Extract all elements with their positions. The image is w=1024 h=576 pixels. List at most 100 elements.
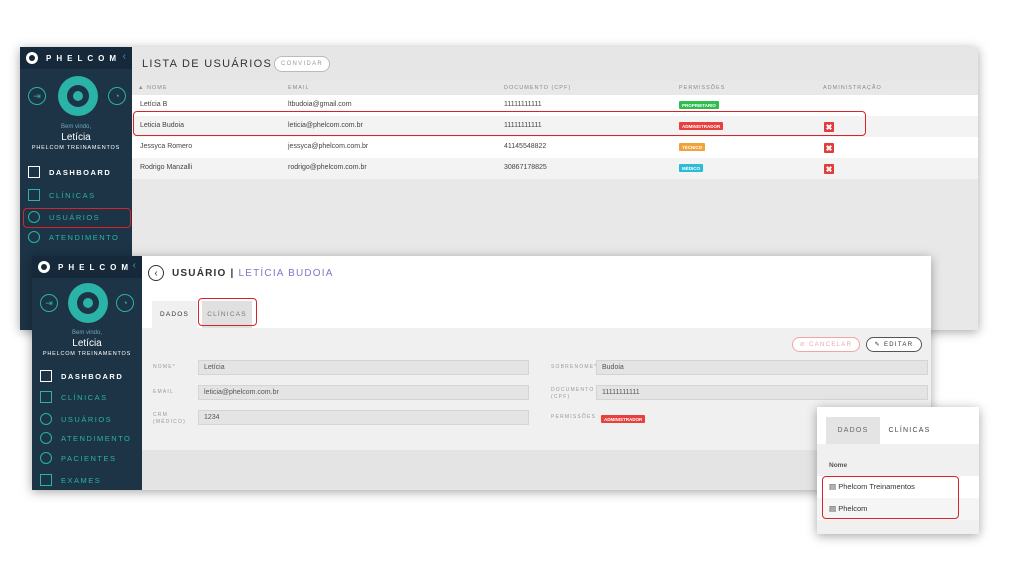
cell-name: Letícia B <box>140 101 168 108</box>
user-full-name: LETÍCIA BUDOIA <box>238 268 334 279</box>
delete-icon[interactable]: ✖ <box>824 143 834 153</box>
permission-badge: MÉDICO <box>679 164 703 172</box>
nav-pacientes[interactable]: PACIENTES <box>32 448 142 468</box>
nav-atendimento[interactable]: ATENDIMENTO <box>20 227 132 247</box>
notification-bell-icon[interactable]: ◔ <box>116 294 134 312</box>
column-header-admin: ADMINISTRAÇÃO <box>823 85 882 91</box>
nav-dashboard[interactable]: DASHBOARD <box>20 162 132 182</box>
permission-badge: ADMINISTRADOR <box>601 415 646 423</box>
nav-clinicas[interactable]: CLÍNICAS <box>20 185 132 205</box>
nav-label: CLÍNICAS <box>61 392 108 402</box>
tab-dados[interactable]: DADOS <box>826 417 880 444</box>
user-detail-window: PHELCOM ‹ ⇥ ◔ Bem vindo, Letícia PHELCOM… <box>32 256 931 490</box>
usuarios-highlight <box>23 208 131 228</box>
cell-email: ltbudoia@gmail.com <box>288 101 352 108</box>
target-icon <box>40 432 52 444</box>
column-header-name: Nome <box>829 462 848 469</box>
permission-badge: PROPRIETARIO <box>679 101 719 109</box>
target-icon <box>28 231 40 243</box>
nav-atendimento[interactable]: ATENDIMENTO <box>32 428 142 448</box>
cell-name: Rodrigo Manzalli <box>140 164 193 171</box>
table-row[interactable]: Rodrigo Manzalli rodrigo@phelcom.com.br … <box>132 158 978 179</box>
collapse-chevron-icon[interactable]: ‹ <box>123 51 126 62</box>
email-field[interactable]: leticia@phelcom.com.br <box>198 385 529 400</box>
user-name: Letícia <box>72 338 102 349</box>
avatar-logo <box>68 283 108 323</box>
tab-dados[interactable]: DADOS <box>152 301 197 328</box>
nav-exames[interactable]: EXAMES <box>32 470 142 490</box>
building-icon <box>40 391 52 403</box>
documento-field[interactable]: 11111111111 <box>596 385 928 400</box>
tab-clinicas[interactable]: CLÍNICAS <box>880 417 939 444</box>
brand-name: PHELCOM <box>58 262 133 272</box>
column-header-document: DOCUMENTO (CPF) <box>504 85 572 91</box>
nav-label: DASHBOARD <box>61 371 124 381</box>
logo-bar: PHELCOM ‹ <box>20 47 132 69</box>
nav-label: USUÁRIOS <box>61 414 113 424</box>
sidebar: PHELCOM ‹ ⇥ ◔ Bem vindo, Letícia PHELCOM… <box>32 256 142 490</box>
cancel-button[interactable]: ⊘ CANCELAR <box>792 337 860 352</box>
nav-clinicas[interactable]: CLÍNICAS <box>32 387 142 407</box>
nav-label: ATENDIMENTO <box>61 433 132 443</box>
invite-button[interactable]: CONVIDAR <box>274 56 330 72</box>
notification-bell-icon[interactable]: ◔ <box>108 87 126 105</box>
cell-document: 41145548822 <box>504 143 547 150</box>
sobrenome-label: SOBRENOME* <box>551 364 598 370</box>
crm-field[interactable]: 1234 <box>198 410 529 425</box>
nav-label: ATENDIMENTO <box>49 232 120 242</box>
user-org: PHELCOM TREINAMENTOS <box>31 145 121 151</box>
permission-badge: TÉCNICO <box>679 143 706 151</box>
nav-dashboard[interactable]: DASHBOARD <box>32 366 142 386</box>
clinicas-tab-highlight <box>198 298 257 326</box>
welcome-text: Bem vindo, <box>71 330 102 336</box>
page-title: LISTA DE USUÁRIOS <box>142 58 273 70</box>
user-org: PHELCOM TREINAMENTOS <box>42 351 132 357</box>
cell-email: jessyca@phelcom.com.br <box>288 143 369 150</box>
back-arrow-icon[interactable]: ‹ <box>148 265 164 281</box>
nav-usuarios[interactable]: USUÁRIOS <box>32 409 142 429</box>
phelcom-logo-icon <box>38 261 50 273</box>
crm-label: CRM (MÉDICO) <box>153 412 186 425</box>
logout-icon[interactable]: ⇥ <box>40 294 58 312</box>
logout-icon[interactable]: ⇥ <box>28 87 46 105</box>
column-header-name[interactable]: ▲ NOME <box>138 85 167 91</box>
permissoes-label: PERMISSÕES <box>551 414 597 420</box>
cell-document: 30867178825 <box>504 164 547 171</box>
sobrenome-field[interactable]: Budoia <box>596 360 928 375</box>
email-label: EMAIL <box>153 389 175 395</box>
person-icon <box>40 452 52 464</box>
nav-label: PACIENTES <box>61 453 117 463</box>
nav-label: DASHBOARD <box>49 167 112 177</box>
column-header-email: EMAIL <box>288 85 310 91</box>
delete-icon[interactable]: ✖ <box>824 164 834 174</box>
documento-label: DOCUMENTO (CPF) <box>551 387 595 400</box>
cell-email: rodrigo@phelcom.com.br <box>288 164 367 171</box>
users-icon <box>40 413 52 425</box>
clinics-highlight <box>822 476 959 519</box>
footer-band <box>142 450 931 490</box>
column-header-permissions: PERMISSÕES <box>679 85 726 91</box>
nome-label: NOME* <box>153 364 176 370</box>
cell-document: 11111111111 <box>504 101 542 108</box>
building-icon <box>28 189 40 201</box>
nav-label: EXAMES <box>61 475 102 485</box>
cell-name: Jessyca Romero <box>140 143 193 150</box>
edit-button[interactable]: ✎ EDITAR <box>866 337 922 352</box>
logo-bar: PHELCOM ‹ <box>32 256 142 278</box>
document-icon <box>40 474 52 486</box>
detail-header: ‹ USUÁRIO | LETÍCIA BUDOIA DADOS CLÍNICA… <box>142 256 931 328</box>
nome-field[interactable]: Letícia <box>198 360 529 375</box>
collapse-chevron-icon[interactable]: ‹ <box>133 260 136 271</box>
grid-icon <box>40 370 52 382</box>
nav-label: CLÍNICAS <box>49 190 96 200</box>
row-highlight <box>133 111 866 136</box>
grid-icon <box>28 166 40 178</box>
brand-name: PHELCOM <box>46 53 121 63</box>
welcome-text: Bem vindo, <box>60 124 91 130</box>
user-name: Letícia <box>61 132 91 143</box>
user-detail-content: ‹ USUÁRIO | LETÍCIA BUDOIA DADOS CLÍNICA… <box>142 256 931 490</box>
avatar-logo <box>58 76 98 116</box>
phelcom-logo-icon <box>26 52 38 64</box>
page-title: USUÁRIO | LETÍCIA BUDOIA <box>172 268 334 279</box>
table-row[interactable]: Jessyca Romero jessyca@phelcom.com.br 41… <box>132 137 978 158</box>
